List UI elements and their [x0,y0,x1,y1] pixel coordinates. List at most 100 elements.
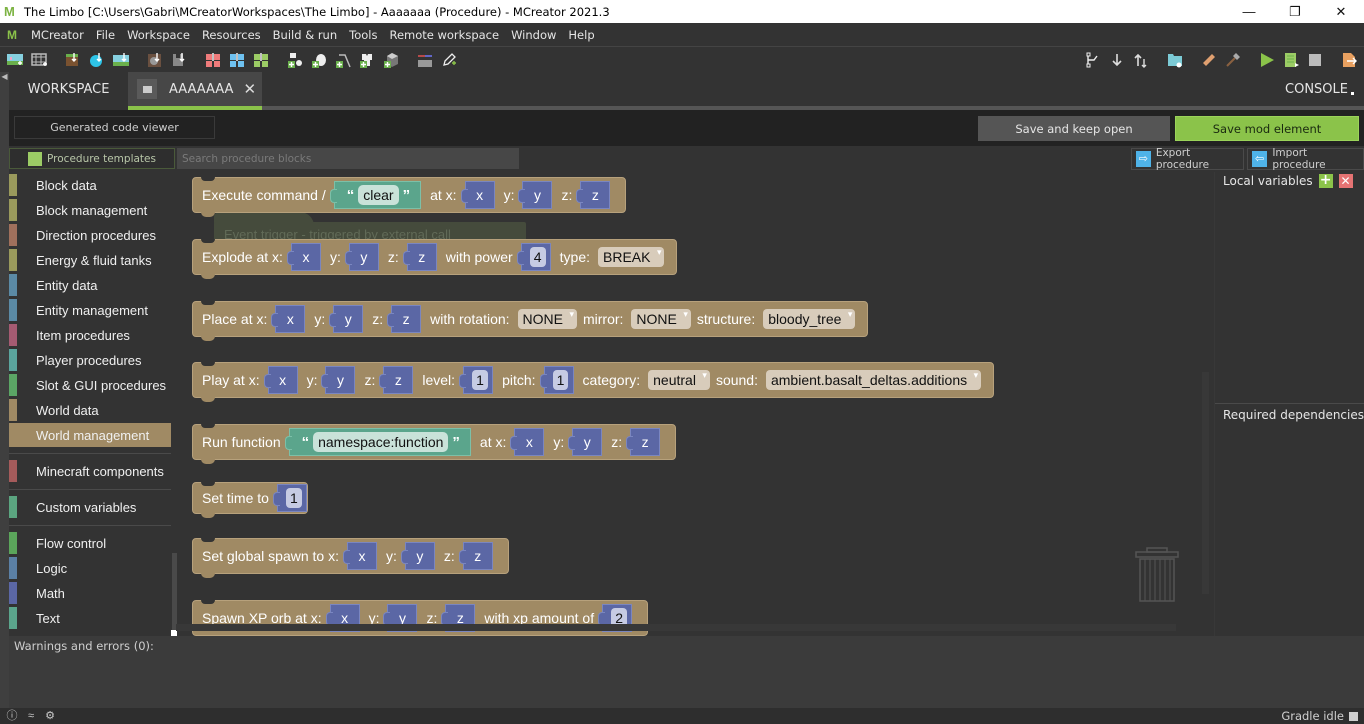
git-branch-icon[interactable] [1085,52,1101,68]
block-place-structure[interactable]: Place at x: x y: y z: z with rotation: N… [192,301,869,341]
remove-variable-button[interactable]: ✕ [1338,174,1353,188]
donate-icon[interactable]: ≈ [25,710,37,722]
z-slot[interactable]: z [576,181,611,209]
tab-procedure[interactable]: AAAAAAA ✕ [128,72,262,110]
power-slot[interactable]: 4 [516,243,551,271]
pitch-slot[interactable]: 1 [539,366,574,394]
category-direction-procedures[interactable]: Direction procedures [9,223,171,247]
z-slot[interactable]: z [387,305,422,333]
level-number-field[interactable]: 1 [472,370,488,390]
z-slot[interactable]: z [626,428,661,456]
sound-dropdown[interactable]: ambient.basalt_deltas.additions [765,365,982,390]
block-play-sound[interactable]: Play at x: x y: y z: z level: 1 pitch: 1… [192,362,995,402]
import-procedure-button[interactable]: ⇦ Import procedure [1247,147,1364,171]
category-minecraft-components[interactable]: Minecraft components [9,459,171,483]
variables-icon[interactable] [417,52,433,68]
block-run-function[interactable]: Run function “namespace:function” at x: … [192,424,677,464]
block-set-time[interactable]: Set time to 1 [192,482,308,518]
category-flow-control[interactable]: Flow control [9,531,171,555]
import-item-texture-icon[interactable] [89,52,105,68]
z-slot[interactable]: z [379,366,414,394]
category-energy-fluid-tanks[interactable]: Energy & fluid tanks [9,248,171,272]
menu-resources[interactable]: Resources [196,28,267,42]
menu-workspace[interactable]: Workspace [121,28,196,42]
menu-help[interactable]: Help [562,28,600,42]
menu-build-run[interactable]: Build & run [267,28,343,42]
palette-scrollbar[interactable] [172,553,177,633]
generated-code-viewer-button[interactable]: Generated code viewer [14,116,215,139]
category-logic[interactable]: Logic [9,556,171,580]
add-variable-button[interactable]: + [1318,173,1333,188]
x-slot[interactable]: x [271,305,306,333]
power-number-field[interactable]: 4 [529,247,546,267]
command-text-field[interactable]: clear [358,185,399,205]
export-mod-icon[interactable] [1341,52,1357,68]
create-animation-icon[interactable] [31,52,47,68]
create-entity-icon[interactable] [359,52,375,68]
run-server-icon[interactable] [1283,52,1299,68]
trash-can-icon[interactable] [1135,547,1179,603]
minimize-button[interactable]: — [1226,0,1272,23]
structure-dropdown[interactable]: bloody_tree [763,304,856,329]
category-item-procedures[interactable]: Item procedures [9,323,171,347]
y-slot[interactable]: y [568,428,603,456]
z-slot[interactable]: z [458,542,493,570]
import-model-obj-icon[interactable] [253,52,269,68]
sound-category-dropdown[interactable]: neutral [648,365,710,390]
y-slot[interactable]: y [344,243,379,271]
tab-console[interactable]: CONSOLE [1285,72,1354,106]
side-collapse-strip[interactable]: ◀ [0,72,9,708]
category-block-management[interactable]: Block management [9,198,171,222]
level-slot[interactable]: 1 [459,366,494,394]
category-block-data[interactable]: Block data [9,173,171,197]
x-slot[interactable]: x [510,428,545,456]
maximize-button[interactable]: ❐ [1272,0,1318,23]
category-world-data[interactable]: World data [9,398,171,422]
category-world-management[interactable]: World management [9,423,171,447]
rotation-dropdown[interactable]: NONE [517,304,577,329]
git-pull-icon[interactable] [1109,52,1125,68]
x-slot[interactable]: x [263,366,298,394]
y-slot[interactable]: y [518,181,553,209]
create-image-icon[interactable] [7,52,23,68]
create-tool-icon[interactable] [335,52,351,68]
time-number-field[interactable]: 1 [286,488,302,508]
import-sound-icon[interactable] [147,52,163,68]
z-slot[interactable]: z [402,243,437,271]
create-armor-icon[interactable] [287,52,303,68]
function-text-field[interactable]: namespace:function [313,432,449,452]
y-slot[interactable]: y [321,366,356,394]
build-icon[interactable] [1225,52,1241,68]
import-structure-icon[interactable] [171,52,187,68]
block-explode[interactable]: Explode at x: x y: y z: z with power 4 t… [192,239,678,279]
menu-tools[interactable]: Tools [343,28,383,42]
category-entity-data[interactable]: Entity data [9,273,171,297]
text-input-slot[interactable]: “clear” [329,181,422,209]
category-text[interactable]: Text [9,606,171,630]
menu-mcreator[interactable]: MCreator [25,28,90,42]
y-slot[interactable]: y [329,305,364,333]
run-client-icon[interactable] [1259,52,1275,68]
x-slot[interactable]: x [286,243,321,271]
stop-icon[interactable] [1307,52,1323,68]
export-procedure-button[interactable]: ⇨ Export procedure [1131,147,1244,171]
x-slot[interactable]: x [342,542,377,570]
category-player-procedures[interactable]: Player procedures [9,348,171,372]
category-slot-gui-procedures[interactable]: Slot & GUI procedures [9,373,171,397]
info-icon[interactable]: ⓘ [6,710,18,722]
y-slot[interactable]: y [400,542,435,570]
menu-file[interactable]: File [90,28,121,42]
close-window-button[interactable]: ✕ [1318,0,1364,23]
x-slot[interactable]: x [460,181,495,209]
category-entity-management[interactable]: Entity management [9,298,171,322]
text-input-slot[interactable]: “namespace:function” [284,428,471,456]
pitch-number-field[interactable]: 1 [552,370,569,390]
menu-window[interactable]: Window [505,28,562,42]
workspace-vertical-scrollbar[interactable] [1202,372,1209,594]
create-block-icon[interactable] [383,52,399,68]
close-tab-icon[interactable]: ✕ [243,80,256,98]
category-math[interactable]: Math [9,581,171,605]
save-and-keep-open-button[interactable]: Save and keep open [978,116,1170,141]
tab-workspace[interactable]: WORKSPACE [9,72,128,106]
block-set-global-spawn[interactable]: Set global spawn to x: x y: y z: z [192,538,509,578]
